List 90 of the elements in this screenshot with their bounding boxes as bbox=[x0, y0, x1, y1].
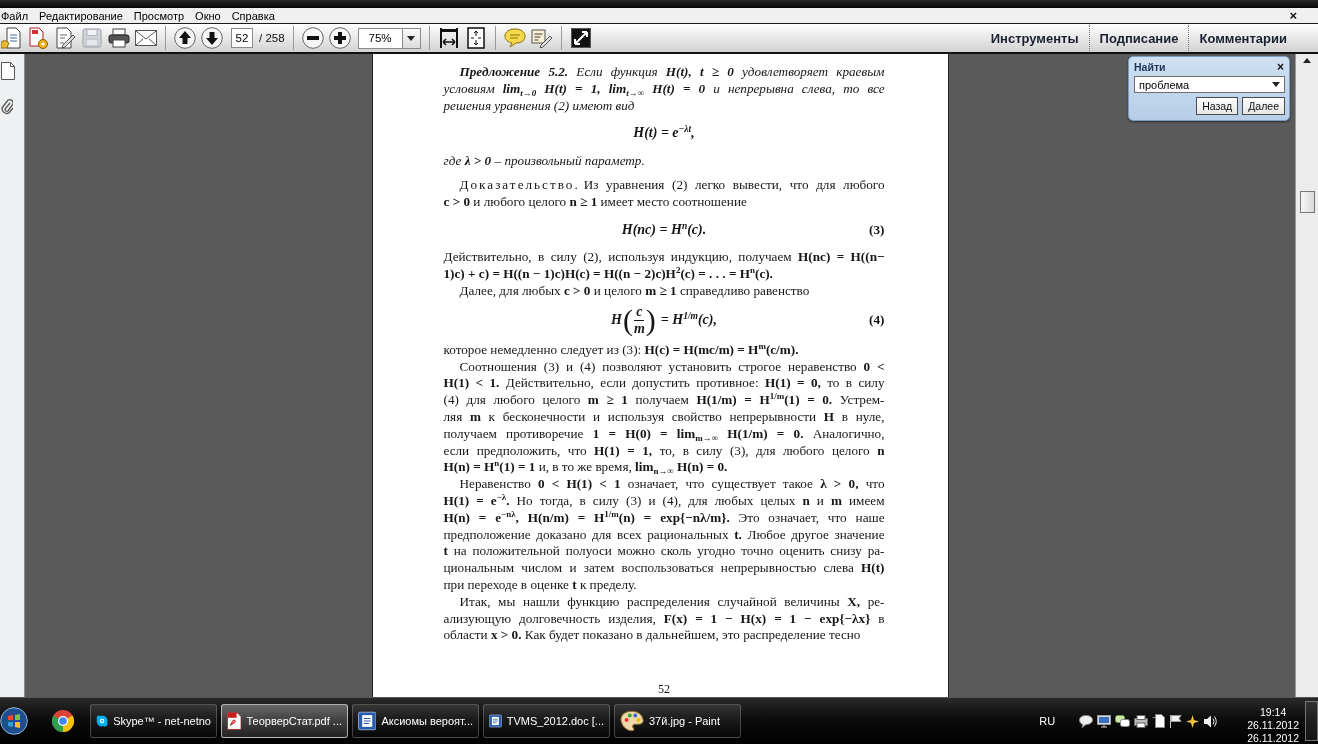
clock-date: 26.11.2012 bbox=[1247, 731, 1299, 744]
dropdown-button[interactable] bbox=[401, 28, 420, 48]
plus-icon bbox=[328, 27, 351, 49]
pinned-app-button[interactable] bbox=[50, 708, 76, 734]
menu-item[interactable]: Справка bbox=[226, 8, 280, 23]
paragraph: которое немедленно следует из (3): H(c) = H(mc/m) = H$^{m}$(c/m). bbox=[443, 341, 800, 359]
sign-button[interactable] bbox=[54, 26, 76, 50]
fit-width-icon bbox=[438, 27, 459, 49]
caret-icon bbox=[1272, 82, 1280, 87]
full-screen-button[interactable] bbox=[569, 26, 592, 50]
previous-page-button[interactable] bbox=[174, 26, 196, 50]
speaker-icon[interactable] bbox=[1203, 714, 1218, 728]
show-desktop-button[interactable] bbox=[1305, 701, 1318, 741]
start-button[interactable] bbox=[0, 707, 28, 735]
speech-bubble-icon bbox=[503, 28, 526, 48]
document-icon bbox=[1, 27, 21, 49]
fit-page-icon bbox=[466, 27, 485, 49]
taskbar-button[interactable]: TVMS_2012.doc [... bbox=[483, 704, 610, 738]
envelope-icon bbox=[135, 30, 157, 46]
formula: H(t) = e$^{−λt}$, bbox=[633, 125, 695, 143]
arrow-up-icon bbox=[174, 27, 196, 49]
paragraph: Действительно, в силу (2), используя индукцию, получаем H(nc) = H((n− 1)c) + c) = H((n − 1)c)H(c) = H((n − 2)c)H$^{2}$(c) = . . . = H$^{n}$(c). bbox=[443, 249, 885, 283]
panel-tab[interactable]: Подписание bbox=[1089, 30, 1189, 46]
paragraph: Предложение 5.2. Если функция H(t), t ≥ 0 удовлетворяет краевым условиям lim$_{t→0}$ H(t) = 1, lim$_{t→∞}$ H(t) = 0 и непрерывна слева, то все решения уравнения (2) имеют вид bbox=[443, 64, 885, 115]
paragraph: Итак, мы нашли функцию распределения случайной величины X, ре- ализующую долговечность изделия, F(x) = 1 − H(x) = 1 − exp{−λx} в области x > 0. Как будет показано в дальнейшем, это распределение тесно bbox=[443, 593, 885, 645]
paragraph: где λ > 0 – произвольный параметр. bbox=[443, 153, 646, 170]
menu-item[interactable]: Редактирование bbox=[34, 8, 128, 23]
arrow-up-icon[interactable] bbox=[1303, 58, 1311, 63]
create-pdf-button[interactable] bbox=[27, 26, 49, 50]
panel-tab[interactable]: Инструменты bbox=[980, 30, 1089, 46]
clock-time: 19:14 bbox=[1259, 705, 1287, 719]
document-tile-icon bbox=[358, 709, 377, 733]
zoom-in-button[interactable] bbox=[328, 26, 351, 50]
pages-icon[interactable] bbox=[1, 62, 15, 80]
highlight-text-button[interactable] bbox=[530, 26, 553, 50]
paperclip-icon[interactable] bbox=[1, 97, 13, 115]
arrow-down-icon bbox=[201, 27, 223, 49]
page-icon[interactable] bbox=[1152, 714, 1166, 728]
find-button[interactable]: Назад bbox=[1196, 97, 1239, 115]
find-title: Найти bbox=[1134, 60, 1166, 73]
spark-icon[interactable] bbox=[1186, 714, 1200, 728]
search-field[interactable]: проблема bbox=[1134, 76, 1285, 93]
pen-box-icon bbox=[530, 28, 553, 48]
fit-page-button[interactable] bbox=[464, 26, 487, 50]
zoom-field[interactable]: 75% bbox=[357, 27, 421, 49]
menu-item[interactable]: Просмотр bbox=[128, 8, 190, 23]
next-page-button[interactable] bbox=[201, 26, 223, 50]
speech-bubble-icon[interactable] bbox=[1079, 714, 1094, 728]
paragraph: Неравенство 0 < H(1) < 1 означает, что существует такое λ > 0, что H(1) = e$^{−λ}$. Но тогда, в силу (3) и (4), для любых целых n и m имеем H(n) = e$^{−nλ}$, H(n/m) = H$^{1/m}$(n) = exp{−nλ/m}. Это означает, что наше предположение доказано для всех рациональных t. Любое другое значение t на положительной полуоси можно сколь угодно точно оценить снизу ра- циональным числом и затем воспользоваться непрерывностью слева H(t) при переходе в оценке t к пределу. bbox=[443, 476, 885, 594]
chat-icon[interactable] bbox=[1115, 714, 1131, 728]
monitor-icon[interactable] bbox=[1097, 714, 1112, 728]
find-button[interactable]: Далее bbox=[1242, 97, 1285, 115]
clock-date: 26.11.2012 bbox=[1247, 718, 1299, 732]
taskbar-button[interactable]: Аксиомы вероят... bbox=[352, 704, 479, 738]
minus-icon bbox=[301, 27, 324, 49]
equation-number: (3) bbox=[869, 221, 885, 237]
taskbar-button[interactable]: ТеорверСтат.pdf ... bbox=[221, 704, 348, 738]
page-number-field[interactable]: 52 bbox=[231, 28, 253, 48]
expand-arrows-icon bbox=[570, 28, 591, 48]
zoom-out-button[interactable] bbox=[301, 26, 324, 50]
fit-width-button[interactable] bbox=[437, 26, 460, 50]
formula: H(nc) = H$^{n}$(c). bbox=[621, 221, 707, 239]
equation-number: (4) bbox=[869, 311, 885, 327]
palette-icon bbox=[620, 710, 644, 732]
menu-item[interactable]: Окно bbox=[190, 8, 226, 23]
orb-icon bbox=[0, 707, 28, 735]
create-button[interactable] bbox=[0, 26, 22, 50]
menu-item[interactable]: Файл bbox=[0, 8, 34, 23]
paragraph: Далее, для любых c > 0 и целого m ≥ 1 справедливо равенство bbox=[458, 282, 811, 300]
taskbar-button[interactable]: Skype™ - net-netno bbox=[90, 704, 217, 738]
page-count: / 258 bbox=[259, 32, 285, 44]
flag-icon[interactable] bbox=[1169, 714, 1183, 728]
paragraph: Соотношения (3) и (4) позволяют установить строгое неравенство 0 < H(1) < 1. Действительно, если допустить противное: H(1) = 0, то в силу (4) для любого целого m ≥ 1 получаем H(1/m) = H$^{1/m}$(1) = 0. Устрем- ляя m к бесконечности и используя свойство непрерывности H в нуле, получаем противоречие 1 = H(0) = lim$_{m→∞}$ H(1/m) = 0. Аналогично, если предположить, что H(1) = 1, то, в силу (3), для любого целого n H(n) = H$^{n}$(1) = 1 и, в то же время, lim$_{n→∞}$ H(n) = 0. bbox=[443, 358, 885, 477]
comment-button[interactable] bbox=[503, 26, 526, 50]
close-document-button[interactable]: × bbox=[1286, 8, 1300, 23]
document-icon bbox=[227, 709, 242, 733]
printer-icon[interactable] bbox=[1134, 714, 1149, 728]
print-button[interactable] bbox=[108, 26, 130, 50]
taskbar-button[interactable]: 37й.jpg - Paint bbox=[614, 704, 741, 738]
panel-tab[interactable]: Комментарии bbox=[1189, 30, 1297, 46]
wheel-icon bbox=[51, 709, 75, 733]
document-gear-icon bbox=[28, 27, 48, 49]
language-indicator[interactable]: RU bbox=[1039, 715, 1056, 727]
caret-icon bbox=[407, 35, 416, 41]
page-number: 52 bbox=[658, 682, 670, 696]
document-pen-icon bbox=[55, 27, 75, 49]
printer-icon bbox=[108, 28, 130, 48]
close-button[interactable]: × bbox=[1276, 60, 1285, 73]
paragraph: Доказательство. Из уравнения (2) легко вывести, что для любого c > 0 и любого целого n ≥ 1 имеет место соотношение bbox=[443, 177, 885, 211]
scrollbar-thumb[interactable] bbox=[1299, 191, 1315, 213]
